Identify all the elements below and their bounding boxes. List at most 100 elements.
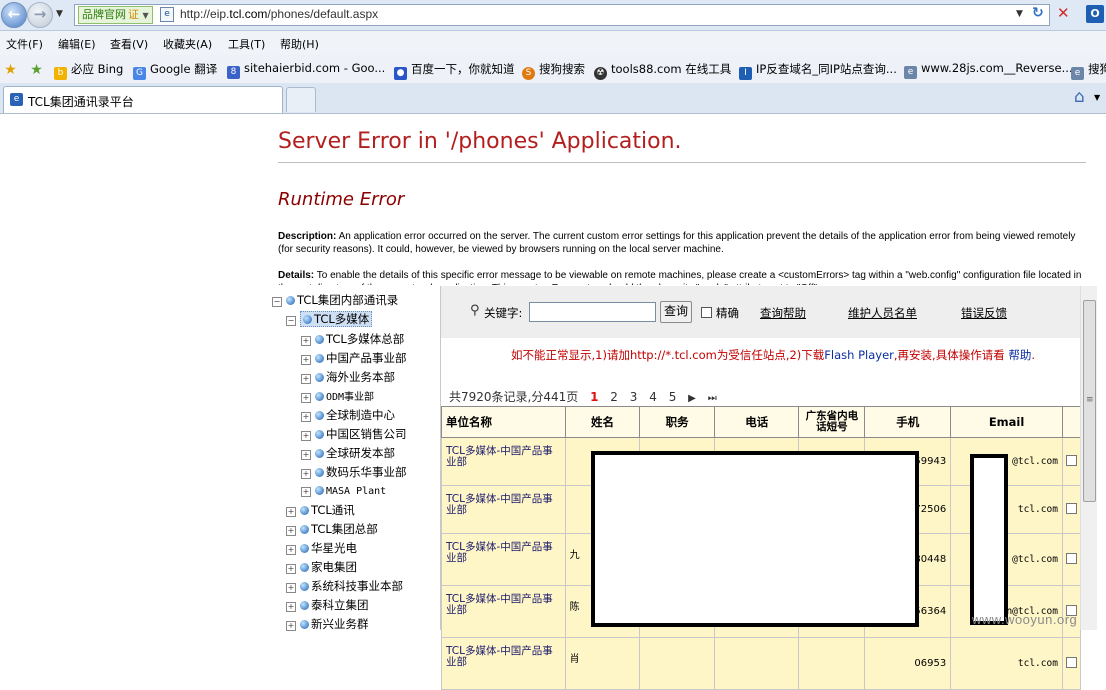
row-select[interactable] [1061, 437, 1082, 486]
page-link-current[interactable]: 1 [590, 390, 598, 404]
menu-file[interactable]: 文件(F) [6, 36, 43, 52]
brand-badge[interactable]: 品牌官网证 ▼ [78, 6, 153, 24]
page-link[interactable]: 2 [610, 390, 618, 404]
expand-icon[interactable]: + [301, 431, 311, 441]
home-icon[interactable]: ⌂ [1074, 87, 1085, 107]
tree-node[interactable]: + 中国区销售公司 [301, 426, 407, 442]
col-phone: 电话 [713, 406, 800, 438]
favorite-sitehaierbid[interactable]: 8 sitehaierbid.com - Goo... [227, 61, 385, 79]
tree-node[interactable]: + 海外业务本部 [301, 369, 395, 385]
last-page-icon[interactable]: ⏭ [708, 393, 717, 404]
row-checkbox[interactable] [1065, 502, 1077, 514]
vertical-scrollbar[interactable]: ≡ [1080, 286, 1097, 630]
keyword-input[interactable] [529, 302, 656, 322]
cell-email[interactable]: tcl.com [950, 637, 1063, 690]
outlook-icon[interactable]: O [1086, 5, 1104, 23]
favorite-tools88[interactable]: ☢ tools88.com 在线工具 [594, 61, 731, 80]
error-feedback-link[interactable]: 错误反馈 [961, 305, 1007, 321]
expand-icon[interactable]: + [301, 450, 311, 460]
tree-node[interactable]: + 华星光电 [286, 540, 357, 556]
tree-node[interactable]: + TCL集团总部 [286, 521, 378, 537]
row-checkbox[interactable] [1065, 454, 1077, 466]
menu-view[interactable]: 查看(V) [110, 36, 148, 52]
pagination: 共7920条记录,分441页 1 2 3 4 5 ▶ ⏭ [449, 388, 725, 405]
forward-button[interactable]: → [27, 2, 53, 28]
expand-icon[interactable]: + [301, 412, 311, 422]
tree-node[interactable]: + TCL通讯 [286, 502, 355, 518]
tree-node[interactable]: + 全球研发本部 [301, 445, 395, 461]
favorite-google-translate[interactable]: G Google 翻译 [133, 61, 217, 80]
tree-node-label: MASA Plant [326, 486, 387, 497]
refresh-icon[interactable]: ↻ [1032, 5, 1044, 21]
favorite-baidu[interactable]: ● 百度一下，你就知道 [394, 61, 515, 80]
back-button[interactable]: ← [1, 2, 27, 28]
scroll-grip-icon: ≡ [1086, 395, 1094, 405]
favorite-28js[interactable]: e www.28js.com__Reverse... [904, 61, 1073, 79]
expand-icon[interactable]: + [286, 526, 296, 536]
maintainers-link[interactable]: 维护人员名单 [848, 305, 917, 321]
expand-icon[interactable]: + [301, 336, 311, 346]
notice-help-link[interactable]: 帮助 [1008, 348, 1031, 362]
new-tab-button[interactable] [286, 87, 316, 112]
tab-active[interactable]: e TCL集团通讯录平台 [3, 86, 283, 113]
page-link[interactable]: 4 [649, 390, 657, 404]
favorites-star-icon[interactable]: ★ [4, 61, 21, 77]
expand-icon[interactable]: + [301, 469, 311, 479]
tree-node[interactable]: + 系统科技事业本部 [286, 578, 403, 594]
query-button[interactable]: 查询 [660, 301, 692, 323]
page-link[interactable]: 3 [630, 390, 638, 404]
row-select[interactable] [1061, 533, 1082, 586]
next-page-icon[interactable]: ▶ [688, 393, 696, 404]
brand-badge-label: 品牌官网 [82, 8, 126, 21]
menu-favorites[interactable]: 收藏夹(A) [163, 36, 212, 52]
tree-node[interactable]: + MASA Plant [301, 483, 386, 497]
tree-node-selected[interactable]: − TCL多媒体 [286, 311, 373, 327]
expand-icon[interactable]: + [301, 374, 311, 384]
favorite-sogou[interactable]: S 搜狗搜索 [522, 61, 585, 80]
expand-icon[interactable]: + [286, 564, 296, 574]
url-prefix: http://eip. [180, 7, 230, 21]
stop-icon[interactable]: ✕ [1057, 4, 1070, 22]
url-dropdown-icon[interactable]: ▼ [1016, 9, 1023, 19]
collapse-icon[interactable]: − [286, 316, 296, 326]
exact-checkbox[interactable] [701, 307, 712, 318]
expand-icon[interactable]: + [286, 583, 296, 593]
menu-edit[interactable]: 编辑(E) [58, 36, 96, 52]
row-checkbox[interactable] [1065, 552, 1077, 564]
row-select[interactable] [1061, 637, 1082, 690]
url-path: /phones/default.aspx [267, 7, 379, 21]
favorite-bing[interactable]: b 必应 Bing [54, 61, 123, 80]
expand-icon[interactable]: + [286, 507, 296, 517]
tree-node[interactable]: + 泰科立集团 [286, 597, 369, 613]
add-favorite-icon[interactable]: ★ [30, 61, 47, 77]
expand-icon[interactable]: + [286, 602, 296, 612]
node-icon [315, 335, 324, 344]
row-select[interactable] [1061, 485, 1082, 534]
url-text[interactable]: http://eip.tcl.com/phones/default.aspx [180, 7, 378, 21]
expand-icon[interactable]: + [301, 393, 311, 403]
tree-node[interactable]: + TCL多媒体总部 [301, 331, 404, 347]
expand-icon[interactable]: + [301, 487, 311, 497]
row-checkbox[interactable] [1065, 656, 1077, 668]
tree-root[interactable]: − TCL集团内部通讯录 [272, 292, 398, 308]
tree-node[interactable]: + 数码乐华事业部 [301, 464, 407, 480]
tree-node[interactable]: + 家电集团 [286, 559, 357, 575]
tree-node[interactable]: + 中国产品事业部 [301, 350, 407, 366]
collapse-icon[interactable]: − [272, 297, 282, 307]
tree-node[interactable]: + 全球制造中心 [301, 407, 395, 423]
scrollbar-thumb[interactable]: ≡ [1083, 300, 1096, 502]
query-help-link[interactable]: 查询帮助 [760, 305, 806, 321]
history-dropdown-icon[interactable]: ▼ [56, 9, 63, 19]
expand-icon[interactable]: + [301, 355, 311, 365]
favorite-sogou-2[interactable]: e 搜狗 [1071, 61, 1106, 80]
flash-player-link[interactable]: Flash Player [824, 348, 894, 362]
menu-tools[interactable]: 工具(T) [228, 36, 265, 52]
expand-icon[interactable]: + [286, 545, 296, 555]
home-dropdown-icon[interactable]: ▼ [1094, 93, 1100, 102]
tree-node[interactable]: + ODM事业部 [301, 388, 374, 403]
menu-help[interactable]: 帮助(H) [280, 36, 319, 52]
table-row[interactable]: TCL多媒体-中国产品事业部 肖 06953 tcl.com [441, 637, 1082, 690]
favorite-ip-reverse[interactable]: I IP反查域名_同IP站点查询... [739, 61, 897, 80]
page-link[interactable]: 5 [669, 390, 677, 404]
favorite-label: 必应 Bing [71, 62, 124, 76]
